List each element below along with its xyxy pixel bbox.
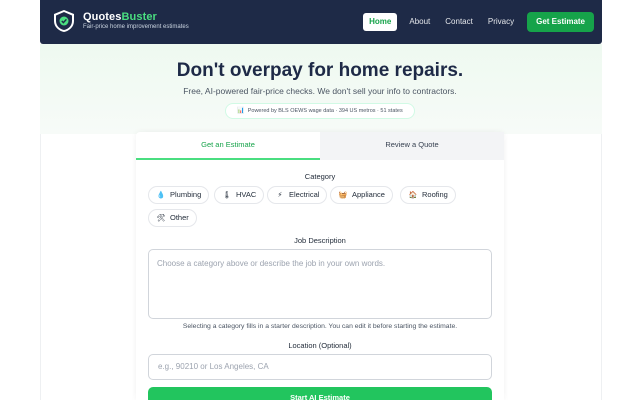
page-title: Don't overpay for home repairs. <box>176 60 464 81</box>
droplet-icon: 💧 <box>156 192 166 199</box>
brand-tagline: Fair-price home improvement estimates <box>83 24 189 30</box>
nav-privacy[interactable]: Privacy <box>485 13 517 31</box>
thermometer-icon: 🌡 <box>222 192 232 199</box>
left-border <box>40 134 41 400</box>
estimate-card: Get an Estimate Review a Quote Category … <box>136 132 504 400</box>
main-nav: Home About Contact Privacy Get Estimate <box>354 12 594 32</box>
category-chip-other[interactable]: 🛠 Other <box>148 209 197 227</box>
category-label: Category <box>304 172 336 181</box>
start-estimate-button[interactable]: Start AI Estimate <box>148 387 492 400</box>
job-description-label: Job Description <box>294 236 346 245</box>
nav-about[interactable]: About <box>406 13 433 31</box>
hero-subtitle: Free, AI-powered fair-price checks. We d… <box>183 86 457 96</box>
tab-get-estimate[interactable]: Get an Estimate <box>136 132 320 160</box>
location-label: Location (Optional) <box>288 341 352 350</box>
category-chip-roofing[interactable]: 🏠 Roofing <box>400 186 456 204</box>
nav-home[interactable]: Home <box>363 13 398 31</box>
tab-review-quote[interactable]: Review a Quote <box>320 132 504 160</box>
data-source-badge: 📊 Powered by BLS OEWS wage data · 394 US … <box>225 103 415 119</box>
category-chip-electrical[interactable]: ⚡ Electrical <box>267 186 328 204</box>
category-chip-hvac[interactable]: 🌡 HVAC <box>214 186 265 204</box>
nav-contact[interactable]: Contact <box>442 13 476 31</box>
get-estimate-button[interactable]: Get Estimate <box>527 12 594 32</box>
category-chip-plumbing[interactable]: 💧 Plumbing <box>148 186 210 204</box>
brand-name[interactable]: QuotesBuster <box>83 11 157 23</box>
tools-icon: 🛠 <box>156 215 166 222</box>
basket-icon: 🧺 <box>338 192 348 199</box>
category-hint-text: Selecting a category fills in a starter … <box>182 323 458 330</box>
shield-logo-icon[interactable] <box>52 9 76 33</box>
chart-icon: 📊 <box>237 108 245 114</box>
top-navbar: QuotesBuster Fair-price home improvement… <box>40 0 602 44</box>
category-chip-appliance[interactable]: 🧺 Appliance <box>330 186 393 204</box>
right-border <box>601 134 602 400</box>
job-description-textarea[interactable]: Choose a category above or describe the … <box>148 249 492 319</box>
location-input[interactable]: e.g., 90210 or Los Angeles, CA <box>148 354 492 380</box>
lightning-icon: ⚡ <box>277 192 283 199</box>
house-icon: 🏠 <box>408 192 418 199</box>
